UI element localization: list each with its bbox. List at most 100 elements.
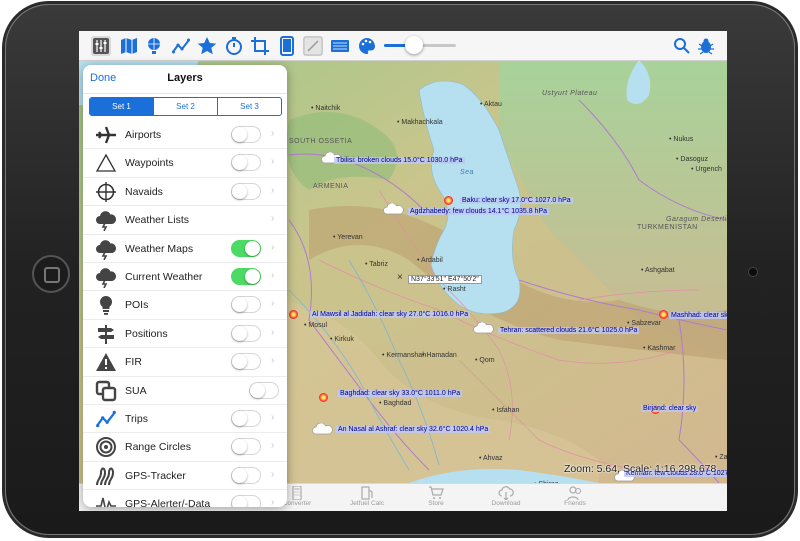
layer-row-sua[interactable]: SUA xyxy=(83,377,287,405)
layer-toggle[interactable] xyxy=(231,182,261,200)
mixer-tool-button[interactable] xyxy=(91,36,111,56)
tab-label: Download xyxy=(491,500,521,507)
weather-label[interactable]: Baghdad: clear sky 33.0°C 1011.0 hPa xyxy=(338,390,463,397)
map-place-label: • Ashgabat xyxy=(641,267,675,274)
map-region-label: TURKMENISTAN xyxy=(637,224,698,231)
tablet-icon xyxy=(277,36,297,56)
segment-set-3[interactable]: Set 3 xyxy=(218,98,281,115)
layer-row-weather-maps[interactable]: Weather Maps › xyxy=(83,235,287,263)
layer-toggle[interactable] xyxy=(231,267,261,285)
clear-sky-icon xyxy=(444,196,453,205)
chevron-right-icon[interactable]: › xyxy=(271,469,274,480)
opacity-slider-knob[interactable] xyxy=(405,36,423,54)
compass-icon xyxy=(303,36,323,56)
map-place-label: • Ardabil xyxy=(417,257,443,264)
route-tool-button[interactable] xyxy=(171,36,191,56)
chevron-right-icon[interactable]: › xyxy=(271,156,274,167)
segment-set-1[interactable]: Set 1 xyxy=(90,98,154,115)
layer-row-gps-alerter-data[interactable]: GPS-Alerter/-Data › xyxy=(83,490,287,507)
calculator-icon xyxy=(289,485,305,501)
layer-row-fir[interactable]: FIR › xyxy=(83,348,287,377)
layer-row-range-circles[interactable]: Range Circles › xyxy=(83,433,287,462)
chevron-right-icon[interactable]: › xyxy=(271,185,274,196)
layer-toggle[interactable] xyxy=(249,381,279,399)
tab-download[interactable]: Download xyxy=(471,486,541,507)
weather-label[interactable]: An Nasal al Ashraf: clear sky 32.6°C 102… xyxy=(336,426,491,433)
palette-tool-button[interactable] xyxy=(357,36,377,56)
tab-jetfuel-calc[interactable]: Jetfuel Calc xyxy=(332,486,402,507)
star-icon xyxy=(197,36,217,56)
chevron-right-icon[interactable]: › xyxy=(271,497,274,507)
map-place-label: • Aktau xyxy=(480,101,502,108)
home-button[interactable] xyxy=(32,255,70,293)
chevron-right-icon[interactable]: › xyxy=(271,128,274,139)
chevron-right-icon[interactable]: › xyxy=(271,213,274,224)
tab-label: Jetfuel Calc xyxy=(350,500,384,507)
weather-label[interactable]: Baku: clear sky 17.0°C 1027.0 hPa xyxy=(460,197,573,204)
weather-label[interactable]: Mashhad: clear sky xyxy=(669,312,727,319)
map-place-label: • Kirkuk xyxy=(330,336,354,343)
layer-toggle[interactable] xyxy=(231,409,261,427)
star-tool-button[interactable] xyxy=(197,36,217,56)
layer-row-navaids[interactable]: Navaids › xyxy=(83,178,287,207)
map-place-label: • Dasoguz xyxy=(676,156,709,163)
layer-row-weather-lists[interactable]: Weather Lists › xyxy=(83,206,287,235)
layer-row-positions[interactable]: Positions › xyxy=(83,320,287,349)
panel-title: Layers xyxy=(167,72,203,84)
tablet-tool-button[interactable] xyxy=(277,36,297,56)
layer-toggle[interactable] xyxy=(231,495,261,507)
crop-tool-button[interactable] xyxy=(250,36,270,56)
map-place-label: • Yerevan xyxy=(333,234,363,241)
radar-tool-button[interactable] xyxy=(330,36,350,56)
layer-toggle[interactable] xyxy=(231,296,261,314)
layer-row-pois[interactable]: POIs › xyxy=(83,291,287,320)
layer-toggle[interactable] xyxy=(231,126,261,143)
weather-label[interactable]: Tbilisi: broken clouds 15.0°C 1030.0 hPa xyxy=(334,157,465,164)
chevron-right-icon[interactable]: › xyxy=(271,298,274,309)
weather-label[interactable]: Birjand: clear sky xyxy=(641,405,699,412)
map-place-label: • Baghdad xyxy=(379,400,412,407)
layer-toggle[interactable] xyxy=(231,154,261,172)
chevron-right-icon[interactable]: › xyxy=(271,412,274,423)
globe-tool-button[interactable] xyxy=(144,36,164,56)
compass-tool-button[interactable] xyxy=(303,36,323,56)
map-place-label: • Qom xyxy=(475,357,495,364)
radar-icon xyxy=(330,36,350,56)
weather-label[interactable]: Tehran: scattered clouds 21.6°C 1025.0 h… xyxy=(498,327,640,334)
pulse-icon xyxy=(95,493,117,507)
map-place-label: • Hamadan xyxy=(422,352,457,359)
palette-icon xyxy=(357,36,377,56)
layer-toggle[interactable] xyxy=(231,466,261,484)
layer-toggle[interactable] xyxy=(231,438,261,456)
map-tool-button[interactable] xyxy=(119,36,139,56)
chevron-right-icon[interactable]: › xyxy=(271,327,274,338)
chevron-right-icon[interactable]: › xyxy=(271,355,274,366)
search-icon[interactable] xyxy=(672,36,692,56)
layer-row-current-weather[interactable]: Current Weather › xyxy=(83,263,287,292)
weather-label[interactable]: Agdzhabedy: few clouds 14.1°C 1035.8 hPa xyxy=(408,208,550,215)
layer-row-waypoints[interactable]: Waypoints › xyxy=(83,149,287,178)
map-region-label: SOUTH OSSETIA xyxy=(289,138,353,145)
app-screen: • Naitchik • Makhachkala • Aktau • Ashgabat… xyxy=(79,31,727,511)
bug-icon[interactable] xyxy=(696,36,716,56)
map-region-label: Garagum Deserti xyxy=(666,216,727,223)
segment-set-2[interactable]: Set 2 xyxy=(154,98,218,115)
layer-row-trips[interactable]: Trips › xyxy=(83,405,287,434)
storm-cloud-icon xyxy=(95,238,117,260)
stopwatch-tool-button[interactable] xyxy=(224,36,244,56)
layer-row-gps-tracker[interactable]: GPS-Tracker › xyxy=(83,462,287,491)
layer-toggle[interactable] xyxy=(231,353,261,371)
layer-label: Positions xyxy=(125,327,168,340)
chevron-right-icon[interactable]: › xyxy=(271,270,274,281)
weather-label[interactable]: Al Mawsil al Jadidah: clear sky 27.0°C 1… xyxy=(310,311,471,318)
chevron-right-icon[interactable]: › xyxy=(271,242,274,253)
layer-label: GPS-Tracker xyxy=(125,469,186,482)
layer-toggle[interactable] xyxy=(231,239,261,257)
chevron-right-icon[interactable]: › xyxy=(271,440,274,451)
tab-friends[interactable]: Friends xyxy=(540,486,610,507)
tab-store[interactable]: Store xyxy=(401,486,471,507)
layer-row-airports[interactable]: Airports › xyxy=(83,121,287,150)
layer-label: Trips xyxy=(125,412,148,425)
layer-label: GPS-Alerter/-Data xyxy=(125,498,211,507)
layer-toggle[interactable] xyxy=(231,324,261,342)
